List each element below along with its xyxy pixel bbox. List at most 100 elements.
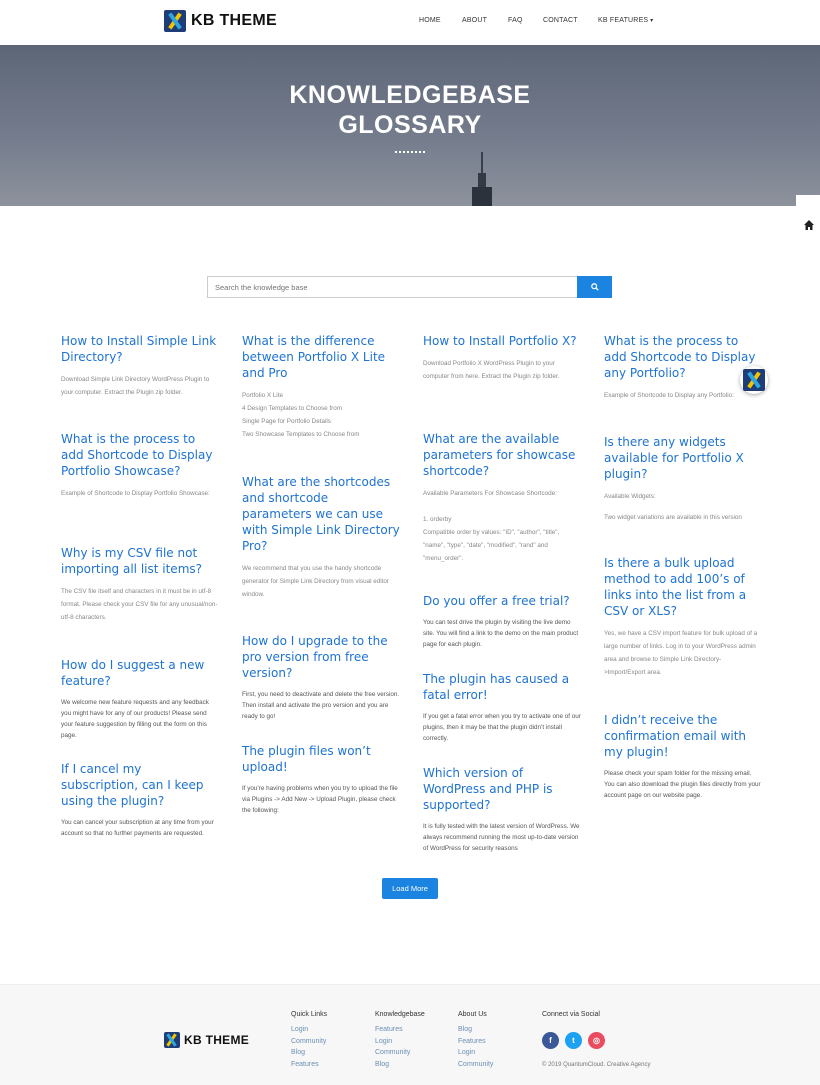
search-icon [590,283,599,291]
article-excerpt: If you’re having problems when you try t… [242,785,398,814]
footer-link[interactable]: Community [375,1047,425,1059]
article-excerpt: Available Widgets: Two widget variations… [604,490,762,524]
article-excerpt: The CSV file itself and characters in it… [61,588,218,621]
article-excerpt: Download Simple Link Directory WordPress… [61,376,210,396]
article-card: What is the process to add Shortcode to … [604,333,762,402]
article-card: What is the difference between Portfolio… [242,333,400,441]
article-card: Which version of WordPress and PHP is su… [423,765,581,854]
article-card: How to Install Simple Link Directory? Do… [61,333,219,399]
dribbble-icon[interactable]: ◎ [588,1032,605,1049]
article-card: How do I upgrade to the pro version from… [242,633,400,722]
article-card: What are the available parameters for sh… [423,431,581,565]
article-title[interactable]: What is the process to add Shortcode to … [604,333,762,381]
caret-down-icon: ▾ [648,18,654,24]
article-title[interactable]: Why is my CSV file not importing all lis… [61,545,219,577]
article-excerpt: You can cancel your subscription at any … [61,819,214,837]
floating-help-badge[interactable] [740,366,768,394]
page-title-line2: GLOSSARY [338,111,482,139]
article-title[interactable]: How do I suggest a new feature? [61,657,219,689]
article-title[interactable]: The plugin files won’t upload! [242,743,400,775]
facebook-icon[interactable]: f [542,1032,559,1049]
footer-link[interactable]: Blog [375,1059,425,1071]
article-title[interactable]: If I cancel my subscription, can I keep … [61,761,219,809]
article-excerpt: We recommend that you use the handy shor… [242,565,389,598]
excerpt-line: 4 Design Templates to Choose from [242,405,342,412]
article-excerpt: You can test drive the plugin by visitin… [423,619,579,648]
footer-link[interactable]: Features [291,1059,327,1071]
footer-column-knowledgebase: Knowledgebase Features Login Community B… [375,1011,425,1070]
footer-link[interactable]: Login [291,1024,327,1036]
footer-link[interactable]: Features [375,1024,425,1036]
article-excerpt: Yes, we have a CSV import feature for bu… [604,630,758,676]
article-excerpt: We welcome new feature requests and any … [61,699,209,739]
article-card: How do I suggest a new feature? We welco… [61,657,219,741]
social-links: f t ◎ [542,1032,605,1049]
nav-contact[interactable]: CONTACT [543,17,578,24]
nav-faq[interactable]: FAQ [508,17,523,24]
footer-link[interactable]: Login [458,1047,493,1059]
article-excerpt: Portfolio X Lite 4 Design Templates to C… [242,389,400,441]
search-button[interactable] [577,276,612,298]
footer-link[interactable]: Login [375,1036,425,1048]
main-nav: HOME ABOUT FAQ CONTACT KB FEATURES ▾ [0,17,820,29]
article-title[interactable]: How to Install Simple Link Directory? [61,333,219,365]
nav-about[interactable]: ABOUT [462,17,487,24]
footer-link[interactable]: Community [458,1059,493,1071]
article-card: If I cancel my subscription, can I keep … [61,761,219,839]
home-icon[interactable] [803,219,815,231]
excerpt-line: Compatible order by values: "ID", "autho… [423,529,560,562]
excerpt-line [423,500,581,513]
article-excerpt: First, you need to deactivate and delete… [242,691,400,720]
article-title[interactable]: Is there any widgets available for Portf… [604,434,762,482]
footer-link[interactable]: Blog [291,1047,327,1059]
article-card: The plugin files won’t upload! If you’re… [242,743,400,816]
article-card: Do you offer a free trial? You can test … [423,593,581,650]
article-title[interactable]: What is the difference between Portfolio… [242,333,400,381]
top-navbar: KB THEME HOME ABOUT FAQ CONTACT KB FEATU… [0,0,820,45]
article-title[interactable]: How do I upgrade to the pro version from… [242,633,400,681]
article-card: How to Install Portfolio X? Download Por… [423,333,581,383]
tower-spire-image [481,152,483,174]
article-title[interactable]: Is there a bulk upload method to add 100… [604,555,762,619]
excerpt-line: Two widget variations are available in t… [604,514,742,521]
footer-column-about-us: About Us Blog Features Login Community [458,1011,493,1070]
article-card: The plugin has caused a fatal error! If … [423,671,581,744]
footer-column-title: Connect via Social [542,1011,600,1018]
article-title[interactable]: Which version of WordPress and PHP is su… [423,765,581,813]
article-title[interactable]: I didn’t receive the confirmation email … [604,712,762,760]
kb-badge-icon [743,369,765,391]
nav-kb-features[interactable]: KB FEATURES ▾ [598,17,653,24]
copyright-text: © 2019 QuantumCloud. Creative Agency [542,1062,651,1068]
excerpt-line [604,503,762,511]
excerpt-line: 1. orderby [423,516,452,523]
twitter-icon[interactable]: t [565,1032,582,1049]
title-divider [395,151,425,153]
nav-kb-features-label: KB FEATURES [598,17,649,24]
article-title[interactable]: What are the shortcodes and shortcode pa… [242,474,400,554]
footer-column-title: Knowledgebase [375,1011,425,1018]
footer-column-quick-links: Quick Links Login Community Blog Feature… [291,1011,327,1070]
logo-mark-icon [164,1032,180,1048]
excerpt-line: Available Parameters For Showcase Shortc… [423,490,557,497]
page-title: KNOWLEDGEBASE GLOSSARY [0,80,820,140]
load-more-button[interactable]: Load More [382,878,438,899]
search-input[interactable] [207,276,577,298]
nav-home[interactable]: HOME [419,17,441,24]
footer-link[interactable]: Community [291,1036,327,1048]
article-card: Why is my CSV file not importing all lis… [61,545,219,624]
article-card: I didn’t receive the confirmation email … [604,712,762,801]
search-bar [207,276,612,298]
footer-column-title: Quick Links [291,1011,328,1018]
article-title[interactable]: Do you offer a free trial? [423,593,581,609]
excerpt-line: Two Showcase Templates to Choose from [242,431,360,438]
article-title[interactable]: What is the process to add Shortcode to … [61,431,219,479]
article-title[interactable]: What are the available parameters for sh… [423,431,581,479]
article-excerpt: Available Parameters For Showcase Shortc… [423,487,581,565]
article-excerpt: Example of Shortcode to Display Portfoli… [61,490,210,497]
footer-link[interactable]: Features [458,1036,493,1048]
footer-link[interactable]: Blog [458,1024,493,1036]
article-title[interactable]: How to Install Portfolio X? [423,333,581,349]
article-title[interactable]: The plugin has caused a fatal error! [423,671,581,703]
footer-logo[interactable]: KB THEME [164,1032,249,1048]
site-footer: KB THEME Quick Links Login Community Blo… [0,984,820,1085]
